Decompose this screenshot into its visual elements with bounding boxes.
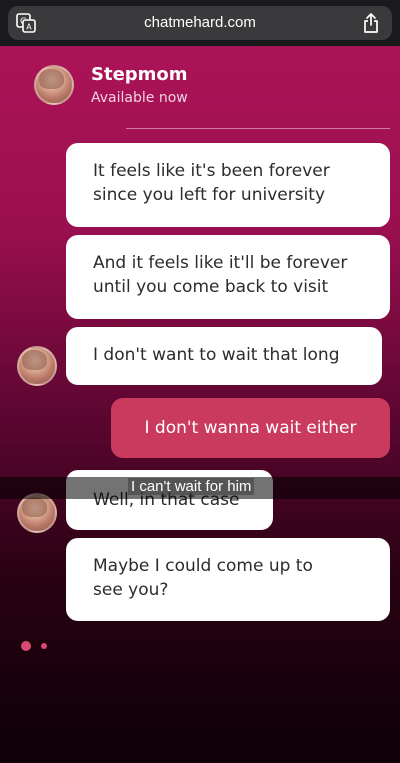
message-line: I don't wanna wait either xyxy=(144,418,357,438)
message-bubble: It feels like it's been forever since yo… xyxy=(66,143,390,227)
message-bubble: Maybe I could come up to see you? xyxy=(66,538,390,621)
message-line: see you? xyxy=(93,580,169,600)
message-line: Maybe I could come up to xyxy=(93,556,313,576)
message-bubble: And it feels like it'll be forever until… xyxy=(66,235,390,319)
message-line: It feels like it's been forever xyxy=(93,161,330,181)
address-bar[interactable]: G A chatmehard.com xyxy=(8,6,392,40)
header-divider xyxy=(126,128,390,129)
share-icon[interactable] xyxy=(362,12,380,34)
contact-name: Stepmom xyxy=(91,64,188,85)
typing-dot xyxy=(21,641,31,651)
contact-avatar[interactable] xyxy=(34,65,74,105)
message-line: since you left for university xyxy=(93,185,326,205)
contact-avatar xyxy=(17,493,57,533)
browser-toolbar: G A chatmehard.com xyxy=(0,0,400,46)
chat-header: Stepmom Available now xyxy=(0,46,400,130)
message-line: until you come back to visit xyxy=(93,277,329,297)
typing-dot xyxy=(41,643,47,649)
message-bubble: I don't want to wait that long xyxy=(66,327,382,385)
subtitle-text: I can't wait for him xyxy=(128,478,255,495)
contact-status: Available now xyxy=(91,90,188,106)
url-text[interactable]: chatmehard.com xyxy=(8,14,392,31)
message-line: I don't want to wait that long xyxy=(93,345,340,365)
message-line: And it feels like it'll be forever xyxy=(93,253,348,273)
contact-avatar xyxy=(17,346,57,386)
sent-message-bubble: I don't wanna wait either xyxy=(111,398,390,458)
